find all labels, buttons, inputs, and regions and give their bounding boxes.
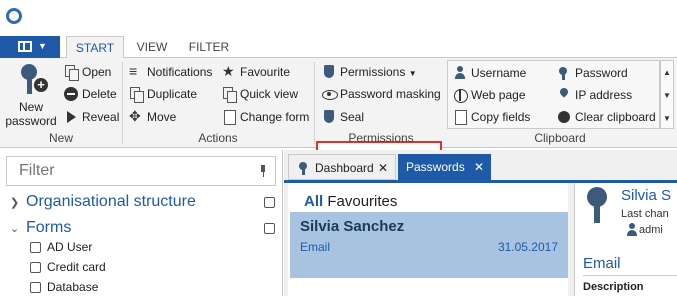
divider — [583, 275, 677, 276]
group-label-permissions: Permissions — [348, 131, 414, 145]
reveal-button[interactable]: Reveal — [64, 107, 119, 127]
duplicate-icon — [129, 87, 144, 103]
delete-icon — [64, 87, 78, 101]
close-icon[interactable]: ✕ — [474, 154, 484, 180]
panel-icon — [18, 41, 32, 52]
title-bar — [0, 0, 677, 36]
plus-icon: + — [34, 78, 48, 92]
record-type: Email — [300, 240, 331, 254]
star-icon — [222, 61, 236, 81]
seal-button[interactable]: Seal — [322, 107, 364, 127]
description-label: Description — [583, 281, 644, 293]
copy-fields-button[interactable]: Copy fields — [453, 107, 530, 127]
location-icon — [557, 88, 571, 102]
filter-item-credit-card[interactable]: Credit card — [30, 258, 106, 276]
chevron-down-icon: ▼ — [408, 69, 417, 78]
user-icon — [453, 66, 467, 80]
close-icon[interactable]: ✕ — [378, 155, 388, 181]
tab-view[interactable]: VIEW — [126, 36, 178, 58]
clear-clipboard-button[interactable]: Clear clipboard — [557, 107, 656, 127]
copy-password-button[interactable]: Password — [557, 63, 628, 83]
app-menu-button[interactable]: ▼ — [0, 36, 60, 58]
list-item[interactable]: Silvia Sanchez Email 31.05.2017 — [290, 212, 568, 278]
notifications-icon — [129, 61, 143, 81]
filter-panel: ❯Organisational structure ⌄Forms AD User… — [0, 150, 283, 296]
tab-start[interactable]: START — [66, 36, 124, 59]
new-password-button[interactable]: + New password — [5, 64, 57, 128]
favourite-button[interactable]: Favourite — [222, 61, 290, 82]
tab-filter[interactable]: FILTER — [180, 36, 238, 58]
ribbon: + New password Open Delete Reveal New No… — [0, 58, 677, 163]
detail-user: admi — [625, 223, 663, 236]
tab-dashboard[interactable]: Dashboard ✕ — [288, 154, 396, 180]
group-divider — [314, 62, 315, 144]
move-button[interactable]: Move — [129, 106, 176, 127]
group-divider — [122, 62, 123, 144]
record-date: 31.05.2017 — [497, 240, 558, 254]
clear-icon — [557, 110, 571, 124]
document-area: Dashboard ✕ Passwords ✕ All Favourites Sil… — [284, 150, 677, 296]
record-list: All Favourites Silvia Sanchez Email 31.0… — [288, 183, 568, 296]
app-logo-icon — [6, 8, 22, 24]
group-label-clipboard: Clipboard — [534, 131, 586, 145]
shield-icon — [322, 65, 336, 79]
section-checkbox[interactable] — [264, 197, 275, 208]
section-forms[interactable]: ⌄ Forms — [10, 218, 71, 238]
chevron-down-icon: ▼ — [38, 41, 47, 51]
copy-web-page-button[interactable]: Web page — [453, 85, 526, 105]
new-password-label: New password — [5, 100, 57, 128]
password-masking-button[interactable]: Password masking — [322, 84, 441, 104]
quick-view-icon — [222, 87, 237, 103]
ribbon-tab-bar: ▼ START VIEW FILTER — [0, 36, 677, 59]
checkbox[interactable] — [30, 262, 41, 273]
scroll-up-icon[interactable]: ▲ — [661, 61, 673, 84]
filter-item-ad-user[interactable]: AD User — [30, 238, 92, 256]
notifications-button[interactable]: Notifications — [129, 61, 212, 82]
list-heading: All Favourites — [304, 193, 398, 210]
seal-icon — [322, 110, 336, 124]
detail-name: Silvia S — [621, 187, 672, 204]
quick-view-button[interactable]: Quick view — [222, 84, 298, 104]
key-icon — [557, 66, 571, 80]
change-form-icon — [222, 110, 236, 125]
change-form-button[interactable]: Change form — [222, 107, 309, 127]
open-button[interactable]: Open — [64, 62, 111, 82]
globe-icon — [453, 88, 468, 103]
copy-fields-icon — [453, 110, 467, 125]
detail-subtitle: Last chan — [621, 208, 669, 220]
key-icon — [583, 187, 613, 223]
scroll-down-icon[interactable]: ▼ — [661, 84, 673, 107]
eye-icon — [322, 87, 338, 101]
open-icon — [64, 65, 79, 81]
checkbox[interactable] — [30, 242, 41, 253]
pin-icon[interactable] — [259, 165, 267, 177]
delete-button[interactable]: Delete — [64, 84, 117, 104]
group-label-actions: Actions — [198, 131, 238, 145]
key-icon — [297, 161, 311, 175]
record-name: Silvia Sanchez — [300, 218, 405, 235]
reveal-icon — [64, 110, 78, 124]
filter-box — [6, 156, 276, 186]
permissions-button[interactable]: Permissions ▼ — [322, 62, 417, 82]
gallery-scrollbar[interactable]: ▲ ▼ ▼ — [660, 60, 674, 129]
copy-username-button[interactable]: Username — [453, 63, 526, 83]
checkbox[interactable] — [30, 282, 41, 293]
group-label-new: New — [48, 131, 73, 145]
section-organisational-structure[interactable]: ❯ Organisational structure — [10, 192, 196, 212]
chevron-down-icon: ⌄ — [10, 223, 20, 235]
filter-item-database[interactable]: Database — [30, 278, 98, 296]
move-icon — [129, 106, 143, 126]
user-icon — [625, 223, 637, 236]
detail-pane: Silvia S Last chan admi Email Descriptio… — [574, 183, 677, 296]
detail-section-title: Email — [583, 255, 621, 272]
tab-passwords[interactable]: Passwords ✕ — [398, 154, 491, 180]
filter-input[interactable] — [19, 162, 239, 180]
more-icon[interactable]: ▼ — [661, 107, 673, 130]
duplicate-button[interactable]: Duplicate — [129, 84, 197, 104]
copy-ip-address-button[interactable]: IP address — [557, 85, 632, 105]
chevron-right-icon: ❯ — [10, 197, 20, 209]
section-checkbox[interactable] — [264, 223, 275, 234]
